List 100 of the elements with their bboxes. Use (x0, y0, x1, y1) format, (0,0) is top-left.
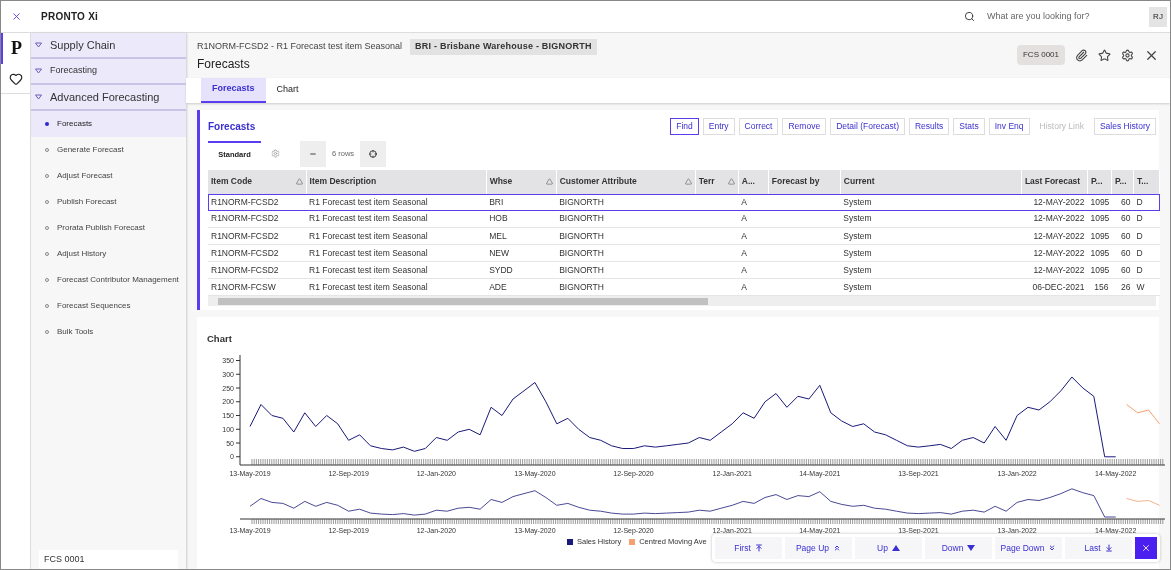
table-cell: A (741, 196, 747, 207)
table-row[interactable]: R1NORM-FCSD2 R1 Forecast test item Seasonal BRI BIGNORTH A System 12-MAY-2022 1095 60 D (208, 193, 1160, 211)
screen-code: FCS 0001 (1016, 45, 1065, 65)
column-header[interactable]: Forecast by (768, 169, 841, 194)
up-arrow-icon (754, 544, 763, 552)
sidebar-item[interactable]: Prorata Publish Forecast (31, 215, 186, 241)
paperclip-icon[interactable] (1075, 48, 1088, 62)
sidebar-item[interactable]: Publish Forecast (31, 189, 186, 215)
column-header[interactable]: Last Forecast (1021, 169, 1088, 194)
action-button[interactable]: Results (908, 117, 950, 135)
nav-button[interactable]: First (715, 537, 782, 559)
table-cell: R1 Forecast test item Seasonal (309, 264, 428, 275)
table-cell: BIGNORTH (559, 196, 604, 207)
table-cell: BIGNORTH (559, 230, 604, 241)
caret-icon (35, 94, 42, 100)
table-cell: 60 (1120, 230, 1131, 241)
sidebar-item[interactable]: Adjust History (31, 241, 186, 267)
table-cell: BIGNORTH (559, 281, 604, 292)
column-header[interactable]: Item Description (306, 169, 487, 194)
table-cell: 12-MAY-2022 (1033, 247, 1085, 258)
column-header[interactable]: P... (1087, 169, 1112, 194)
table-cell: SYDD (489, 264, 513, 275)
action-button[interactable]: Inv Enq (988, 117, 1030, 135)
sidebar-item[interactable]: Forecast Sequences (31, 293, 186, 319)
table-cell: A (741, 213, 747, 224)
column-header[interactable]: Terr (695, 169, 739, 194)
table-cell: A (741, 247, 747, 258)
table-cell: D (1136, 230, 1143, 241)
search-icon[interactable] (964, 11, 975, 22)
action-button[interactable]: Detail (Forecast) (830, 117, 905, 135)
sidebar-item[interactable]: Generate Forecast (31, 137, 186, 163)
down-arrow-icon (1048, 544, 1057, 552)
table-cell: R1 Forecast test item Seasonal (309, 213, 428, 224)
navigator-line (1126, 498, 1160, 506)
table-row[interactable]: R1NORM-FCSD2 R1 Forecast test item Seasonal NEW BIGNORTH A System 12-MAY-2022 1095 60 D (208, 244, 1160, 262)
table-cell: HOB (489, 213, 508, 224)
avatar[interactable]: RJ (1149, 6, 1167, 27)
tab[interactable]: Chart (265, 77, 310, 103)
close-button[interactable] (1135, 537, 1157, 559)
sidebar-item[interactable]: Adjust Forecast (31, 163, 186, 189)
search-field[interactable]: What are you looking for? (987, 9, 1137, 24)
star-icon[interactable] (1098, 48, 1111, 62)
table-cell: 06-DEC-2021 (1032, 281, 1085, 292)
nav-button[interactable]: Up (855, 537, 922, 559)
table-cell: MEL (489, 230, 507, 241)
action-button[interactable]: Find (670, 117, 699, 135)
table-cell: 12-MAY-2022 (1033, 264, 1085, 275)
column-header[interactable]: Customer Attribute (556, 169, 696, 194)
table-cell: 60 (1120, 247, 1131, 258)
table-cell: 12-MAY-2022 (1033, 230, 1085, 241)
sidebar-section[interactable]: Supply Chain (31, 33, 186, 59)
nav-button[interactable]: Down (925, 537, 992, 559)
close-icon[interactable] (10, 11, 22, 22)
close-icon (1141, 543, 1151, 553)
table-cell: 1095 (1090, 264, 1110, 275)
warehouse-badge: BRI - Brisbane Warehouse - BIGNORTH (410, 39, 597, 55)
column-header[interactable]: T... (1133, 169, 1160, 194)
table-row[interactable]: R1NORM-FCSD2 R1 Forecast test item Seasonal SYDD BIGNORTH A System 12-MAY-2022 1095 60 D (208, 261, 1160, 279)
table-cell: NEW (489, 247, 509, 258)
sidebar-item[interactable]: Bulk Tools (31, 319, 186, 345)
column-header[interactable]: A... (738, 169, 769, 194)
action-button[interactable]: Correct (738, 117, 779, 135)
table-cell: 60 (1120, 264, 1131, 275)
column-header[interactable]: Whse (486, 169, 557, 194)
table-cell: 12-MAY-2022 (1033, 213, 1085, 224)
settings-icon[interactable] (1121, 48, 1134, 62)
action-button[interactable]: Stats (953, 117, 985, 135)
heart-icon[interactable] (8, 71, 23, 86)
up-arrow-icon (833, 544, 842, 552)
nav-button[interactable]: Page Down (995, 537, 1062, 559)
caret-icon (35, 42, 42, 48)
crosshair-icon[interactable] (369, 149, 378, 158)
sidebar-section[interactable]: Advanced Forecasting (31, 85, 186, 111)
table-cell: BIGNORTH (559, 264, 604, 275)
sidebar-section[interactable]: Forecasting (31, 59, 186, 85)
table-cell: D (1136, 196, 1143, 207)
table-cell: A (741, 264, 747, 275)
column-header[interactable]: Item Code (208, 169, 307, 194)
table-cell: A (741, 281, 747, 292)
table-cell: 26 (1120, 281, 1131, 292)
table-cell: 60 (1120, 196, 1131, 207)
action-button[interactable]: Sales History (1093, 117, 1156, 135)
page-title: Forecasts (197, 55, 251, 73)
table-cell: System (843, 281, 872, 292)
nav-button[interactable]: Page Up (785, 537, 852, 559)
table-cell: BIGNORTH (559, 213, 604, 224)
table-row[interactable]: R1NORM-FCSW R1 Forecast test item Seasonal ADE BIGNORTH A System 06-DEC-2021 156 26 W (208, 278, 1160, 296)
action-button[interactable]: Entry (702, 117, 735, 135)
panel-title: Chart (207, 333, 232, 344)
table-cell: BIGNORTH (559, 247, 604, 258)
table-row[interactable]: R1NORM-FCSD2 R1 Forecast test item Seasonal MEL BIGNORTH A System 12-MAY-2022 1095 60 D (208, 227, 1160, 245)
table-cell: System (843, 247, 872, 258)
column-header[interactable]: P... (1111, 169, 1134, 194)
action-button[interactable]: Remove (782, 117, 827, 135)
tab[interactable]: Forecasts (201, 77, 266, 103)
sidebar-item[interactable]: Forecasts (31, 111, 186, 137)
nav-button[interactable]: Last (1065, 537, 1132, 559)
column-header[interactable]: Current (840, 169, 1022, 194)
sidebar-item[interactable]: Forecast Contributor Management (31, 267, 186, 293)
table-row[interactable]: R1NORM-FCSD2 R1 Forecast test item Seasonal HOB BIGNORTH A System 12-MAY-2022 1095 60 D (208, 210, 1160, 228)
